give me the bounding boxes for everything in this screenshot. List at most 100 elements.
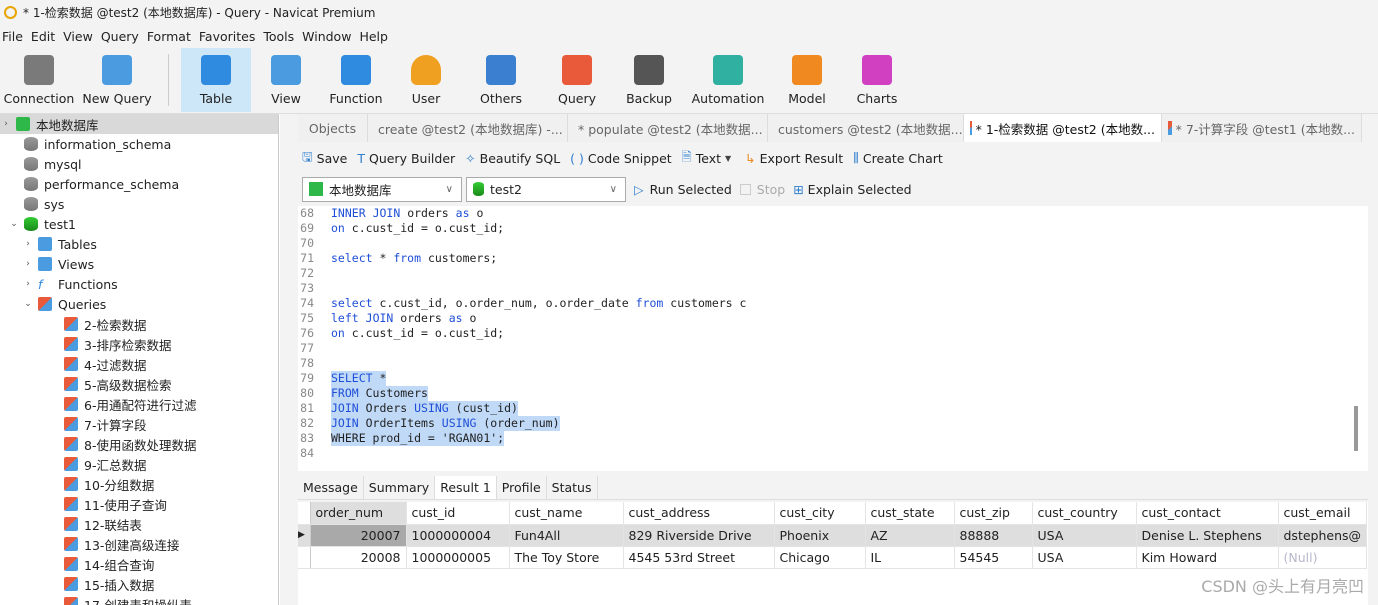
tree-item[interactable]: information_schema — [0, 134, 278, 154]
toolbar-new-query-button[interactable]: New Query — [78, 48, 156, 112]
grid-cell[interactable]: Fun4All — [509, 524, 624, 547]
chevron-right-icon[interactable]: › — [22, 259, 34, 269]
result-tab-status[interactable]: Status — [547, 476, 598, 499]
grid-cell[interactable]: 20007 — [310, 524, 407, 547]
menu-favorites[interactable]: Favorites — [197, 29, 261, 44]
tab-1[interactable]: create @test2 (本地数据库) -... — [368, 114, 568, 142]
toolbar-charts-button[interactable]: Charts — [843, 48, 911, 112]
table-row[interactable]: 20008 1000000005 The Toy Store 4545 53rd St… — [298, 546, 1368, 569]
menu-format[interactable]: Format — [145, 29, 197, 44]
column-header[interactable]: cust_contact — [1136, 502, 1279, 525]
toolbar-table-button[interactable]: Table — [181, 48, 251, 112]
query-builder-button[interactable]: T Query Builder — [357, 151, 455, 166]
database-select[interactable]: test2 ∨ — [466, 176, 626, 202]
column-header[interactable]: order_num — [310, 502, 407, 525]
menu-tools[interactable]: Tools — [261, 29, 300, 44]
column-header[interactable]: cust_zip — [954, 502, 1033, 525]
tree-item[interactable]: 2-检索数据 — [0, 314, 278, 334]
tree-item[interactable]: 15-插入数据 — [0, 574, 278, 594]
tree-item[interactable]: performance_schema — [0, 174, 278, 194]
save-button[interactable]: 🖫 Save — [302, 148, 347, 169]
code-snippet-button[interactable]: ( ) Code Snippet — [570, 151, 672, 166]
grid-cell[interactable]: Phoenix — [774, 524, 866, 547]
tab-0[interactable]: Objects — [298, 114, 368, 142]
tree-item[interactable]: 7-计算字段 — [0, 414, 278, 434]
chevron-right-icon[interactable]: › — [22, 279, 34, 289]
tree-item[interactable]: ⌄ Queries — [0, 294, 278, 314]
toolbar-view-button[interactable]: View — [251, 48, 321, 112]
grid-cell[interactable]: USA — [1032, 524, 1137, 547]
result-tab-profile[interactable]: Profile — [497, 476, 547, 499]
grid-cell[interactable]: The Toy Store — [509, 546, 624, 569]
tree-item[interactable]: 3-排序检索数据 — [0, 334, 278, 354]
create-chart-button[interactable]: ⫼ Create Chart — [853, 150, 943, 166]
tab-3[interactable]: customers @test2 (本地数据... — [768, 114, 964, 142]
grid-cell[interactable]: IL — [865, 546, 955, 569]
grid-cell[interactable]: 20008 — [310, 546, 407, 569]
toolbar-model-button[interactable]: Model — [771, 48, 843, 112]
grid-cell[interactable]: 54545 — [954, 546, 1033, 569]
tree-item[interactable]: 5-高级数据检索 — [0, 374, 278, 394]
grid-cell[interactable]: USA — [1032, 546, 1137, 569]
grid-cell[interactable]: AZ — [865, 524, 955, 547]
menu-help[interactable]: Help — [357, 29, 394, 44]
tree-item[interactable]: 6-用通配符进行过滤 — [0, 394, 278, 414]
beautify-sql-button[interactable]: ✧ Beautify SQL — [465, 151, 560, 166]
tree-item[interactable]: › Views — [0, 254, 278, 274]
editor-scrollbar[interactable] — [1354, 406, 1358, 451]
grid-cell[interactable]: 88888 — [954, 524, 1033, 547]
tab-5[interactable]: * 7-计算字段 @test1 (本地数... — [1162, 114, 1362, 142]
tree-item[interactable]: 10-分组数据 — [0, 474, 278, 494]
result-tab-result-1[interactable]: Result 1 — [435, 476, 497, 499]
menu-edit[interactable]: Edit — [29, 29, 61, 44]
toolbar-query-button[interactable]: Query — [541, 48, 613, 112]
explain-selected-button[interactable]: ⊞ Explain Selected — [793, 182, 911, 197]
result-tab-summary[interactable]: Summary — [364, 476, 436, 499]
stop-button[interactable]: Stop — [739, 182, 785, 197]
toolbar-user-button[interactable]: User — [391, 48, 461, 112]
tab-4[interactable]: * 1-检索数据 @test2 (本地数... — [964, 114, 1162, 142]
tree-item[interactable]: 13-创建高级连接 — [0, 534, 278, 554]
tree-item[interactable]: mysql — [0, 154, 278, 174]
sql-editor[interactable]: 68 INNER JOIN orders as o 69 on c.cust_id =… — [298, 206, 1368, 471]
connection-select[interactable]: 本地数据库 ∨ — [302, 176, 462, 202]
chevron-down-icon[interactable]: ⌄ — [22, 299, 34, 309]
chevron-right-icon[interactable]: › — [22, 239, 34, 249]
menu-window[interactable]: Window — [300, 29, 357, 44]
column-header[interactable]: cust_city — [774, 502, 866, 525]
tree-item[interactable]: › f Functions — [0, 274, 278, 294]
text-button[interactable]: 🗎 Text ▼ — [682, 148, 736, 169]
tree-item[interactable]: 12-联结表 — [0, 514, 278, 534]
toolbar-backup-button[interactable]: Backup — [613, 48, 685, 112]
tree-item[interactable]: › 本地数据库 — [0, 114, 278, 134]
grid-cell[interactable]: Chicago — [774, 546, 866, 569]
tree-item[interactable]: 4-过滤数据 — [0, 354, 278, 374]
tree-item[interactable]: 14-组合查询 — [0, 554, 278, 574]
grid-cell[interactable]: (Null) — [1278, 546, 1368, 569]
grid-cell[interactable]: 1000000005 — [406, 546, 510, 569]
column-header[interactable]: cust_id — [406, 502, 510, 525]
grid-cell[interactable]: 4545 53rd Street — [623, 546, 775, 569]
toolbar-function-button[interactable]: Function — [321, 48, 391, 112]
tree-item[interactable]: 9-汇总数据 — [0, 454, 278, 474]
tree-item[interactable]: 17-创建表和操纵表 — [0, 594, 278, 605]
menu-query[interactable]: Query — [99, 29, 145, 44]
chevron-right-icon[interactable]: › — [0, 119, 12, 129]
chevron-down-icon[interactable]: ⌄ — [8, 219, 20, 229]
toolbar-connection-button[interactable]: Connection — [0, 48, 78, 112]
toolbar-automation-button[interactable]: Automation — [685, 48, 771, 112]
grid-cell[interactable]: Kim Howard — [1136, 546, 1279, 569]
tree-item[interactable]: sys — [0, 194, 278, 214]
grid-cell[interactable]: 829 Riverside Drive — [623, 524, 775, 547]
tab-2[interactable]: * populate @test2 (本地数据... — [568, 114, 768, 142]
table-row[interactable]: ▶ 20007 1000000004 Fun4All 829 Riverside Dri… — [298, 524, 1368, 547]
menu-file[interactable]: File — [0, 29, 29, 44]
tree-item[interactable]: 8-使用函数处理数据 — [0, 434, 278, 454]
column-header[interactable]: cust_country — [1032, 502, 1137, 525]
grid-cell[interactable]: Denise L. Stephens — [1136, 524, 1279, 547]
tree-item[interactable]: › Tables — [0, 234, 278, 254]
column-header[interactable]: cust_address — [623, 502, 775, 525]
column-header[interactable]: cust_email — [1278, 502, 1368, 525]
export-result-button[interactable]: ↳ Export Result — [745, 151, 843, 166]
column-header[interactable]: cust_state — [865, 502, 955, 525]
